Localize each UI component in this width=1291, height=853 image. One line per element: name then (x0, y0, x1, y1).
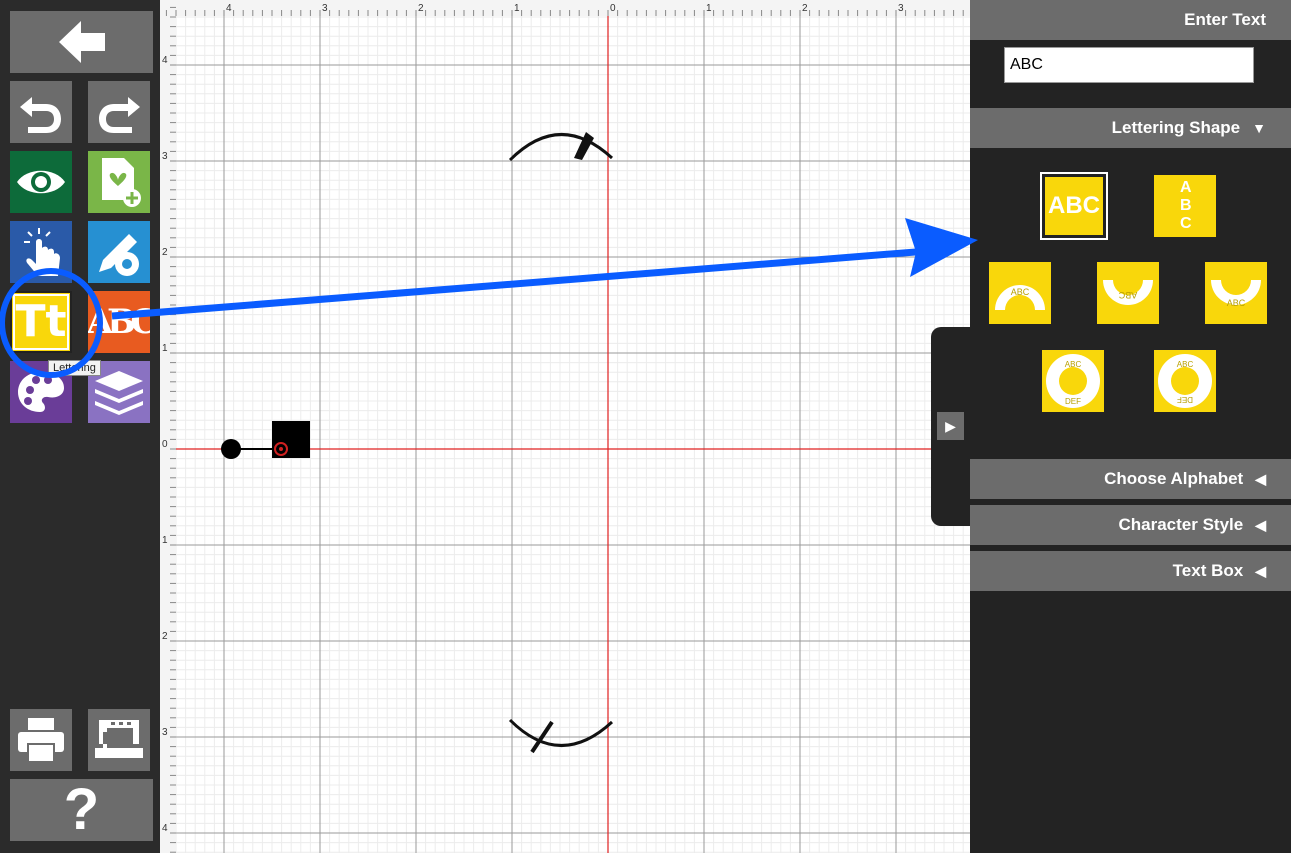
top-ruler-label: 0 (610, 3, 616, 14)
circle-shape[interactable]: ABC DEF (1042, 350, 1104, 412)
sew-button[interactable] (88, 709, 150, 771)
right-panel: Enter Text Lettering Shape ▼ Choose Alpha… (970, 0, 1291, 853)
left-ruler-label: 2 (162, 247, 168, 258)
arch-down-text: ABC (1118, 290, 1137, 300)
circle-inverted-shape[interactable]: ABC DEF (1154, 350, 1216, 412)
left-ruler-label: 3 (162, 151, 168, 162)
expand-down-icon: ▼ (1252, 120, 1266, 136)
lettering-tooltip: Lettering (48, 360, 101, 376)
select-button[interactable] (10, 221, 72, 283)
collapse-left-icon: ◀ (1255, 516, 1266, 533)
anchor-handle[interactable] (221, 439, 241, 459)
lettering-shape-header[interactable]: Lettering Shape ▼ (970, 108, 1291, 148)
view-button[interactable] (10, 151, 72, 213)
play-right-icon: ▶ (945, 417, 956, 434)
enter-text-title: Enter Text (1184, 10, 1266, 29)
arch-bottom-text: ABC (1227, 298, 1246, 308)
character-style-title: Character Style (1118, 515, 1244, 534)
arch-bottom-shape[interactable]: ABC (1205, 262, 1267, 324)
undo-button[interactable] (10, 81, 72, 143)
arch-down-shape[interactable]: ABC (1097, 262, 1159, 324)
printer-icon (18, 718, 64, 763)
circle-top-text: ABC (1065, 360, 1082, 369)
lettering-shape-title: Lettering Shape (1111, 118, 1241, 137)
text-box-header[interactable]: Text Box ◀ (970, 551, 1291, 591)
left-ruler-label: 2 (162, 631, 168, 642)
arch-bottom-icon: ABC (1211, 280, 1261, 308)
print-button[interactable] (10, 709, 72, 771)
character-style-header[interactable]: Character Style ◀ (970, 505, 1291, 545)
left-ruler-label: 1 (162, 343, 168, 354)
arch-up-icon: ABC (995, 285, 1045, 310)
help-button[interactable]: ? (10, 779, 153, 841)
enter-text-input[interactable] (1004, 47, 1254, 83)
palette-icon (18, 372, 64, 412)
lettering-button[interactable]: Tt (10, 291, 72, 353)
redo-button[interactable] (88, 81, 150, 143)
arch-down-icon: ABC (1103, 280, 1153, 305)
back-arrow-icon (58, 21, 105, 63)
undo-icon (20, 97, 61, 133)
arch-up-text: ABC (1011, 287, 1030, 297)
left-ruler-label: 4 (162, 55, 168, 66)
top-ruler-label: 1 (706, 3, 712, 14)
edit-gear-icon (99, 234, 139, 276)
center-point-dot (279, 447, 283, 451)
add-design-button[interactable] (88, 151, 150, 213)
enter-text-header: Enter Text (970, 0, 1291, 40)
collapse-left-icon: ◀ (1255, 562, 1266, 579)
rotate-arc-top (508, 133, 614, 162)
straight-shape-text: ABC (1048, 192, 1100, 219)
left-toolbar: Tt ABC Lettering ? (0, 0, 160, 853)
circle-inverted-top-text: ABC (1177, 360, 1194, 369)
circle-inverted-bottom-text: DEF (1177, 395, 1193, 404)
redo-icon (99, 97, 140, 133)
rotate-arc-bottom (508, 718, 614, 747)
left-ruler-label: 4 (162, 823, 168, 834)
sewing-machine-icon (95, 720, 143, 758)
top-ruler-label: 1 (514, 3, 520, 14)
top-ruler-label: 3 (898, 3, 904, 14)
eye-icon (17, 170, 65, 194)
monogram-icon: ABC (88, 302, 150, 342)
top-ruler-label: 4 (226, 3, 232, 14)
back-button[interactable] (10, 11, 153, 73)
top-ruler-label: 3 (322, 3, 328, 14)
lettering-object[interactable] (272, 421, 310, 458)
touch-hand-icon (24, 228, 60, 276)
left-ruler (160, 0, 176, 853)
text-box-title: Text Box (1172, 561, 1244, 580)
top-ruler-label: 2 (418, 3, 424, 14)
monogram-button[interactable]: ABC (88, 291, 150, 353)
collapse-left-icon: ◀ (1255, 470, 1266, 487)
vertical-shape[interactable]: ABC (1154, 175, 1216, 237)
add-design-icon (102, 158, 141, 207)
panel-toggle-button[interactable]: ▶ (937, 412, 964, 440)
straight-shape[interactable]: ABC (1040, 172, 1108, 240)
left-ruler-label: 1 (162, 535, 168, 546)
circle-inverted-icon: ABC DEF (1158, 354, 1212, 408)
arch-up-shape[interactable]: ABC (989, 262, 1051, 324)
left-ruler-label: 3 (162, 727, 168, 738)
canvas-grid: 4 3 2 1 0 1 2 3 4 3 2 1 0 1 2 3 4 (160, 0, 970, 853)
edit-button[interactable] (88, 221, 150, 283)
help-icon: ? (63, 777, 100, 842)
vertical-shape-text: ABC (1180, 179, 1192, 232)
design-canvas[interactable]: 4 3 2 1 0 1 2 3 4 3 2 1 0 1 2 3 4 (160, 0, 970, 853)
left-ruler-label: 0 (162, 439, 168, 450)
choose-alphabet-header[interactable]: Choose Alphabet ◀ (970, 459, 1291, 499)
lettering-icon: Tt (15, 296, 67, 347)
choose-alphabet-title: Choose Alphabet (1104, 469, 1244, 488)
circle-icon: ABC DEF (1046, 354, 1100, 408)
circle-bottom-text: DEF (1065, 397, 1081, 406)
top-ruler-label: 2 (802, 3, 808, 14)
